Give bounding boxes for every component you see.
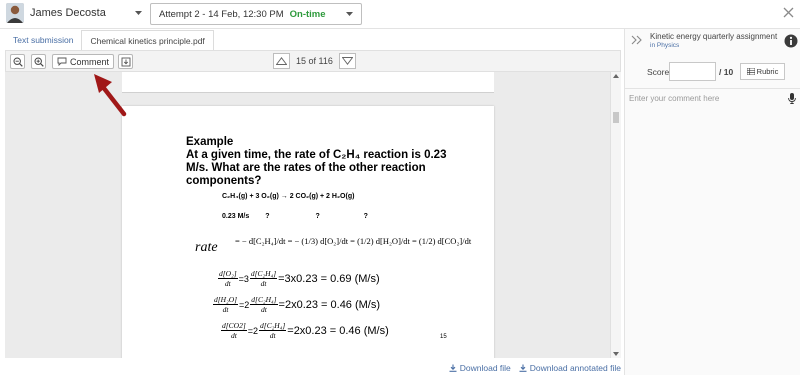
- download-icon: [519, 364, 527, 372]
- known-rate: 0.23 M/s: [222, 213, 250, 220]
- example-title: Example: [186, 136, 234, 148]
- comment-button[interactable]: Comment: [52, 54, 115, 69]
- info-icon[interactable]: [784, 34, 798, 48]
- fraction: d[CO2] dt: [221, 321, 247, 340]
- unknown-rate: ?: [315, 213, 320, 220]
- assignment-subject[interactable]: in Physics: [650, 42, 679, 49]
- result-value: =2x0.23 = 0.46 (M/s): [287, 324, 389, 337]
- attempt-select[interactable]: Attempt 2 - 14 Feb, 12:30 PM On-time: [150, 3, 362, 25]
- download-file-label: Download file: [459, 362, 511, 373]
- unknown-rate: ?: [265, 213, 270, 220]
- fraction: d[C₂H₄] dt: [250, 295, 278, 314]
- top-bar: James Decosta Attempt 2 - 14 Feb, 12:30 …: [0, 0, 800, 29]
- page-number: 15: [440, 334, 447, 340]
- download-annotation-button[interactable]: [118, 54, 133, 69]
- previous-page: [122, 72, 494, 93]
- download-links: Download file Download annotated file: [0, 360, 621, 375]
- page-indicator: 15 of 116: [296, 56, 333, 66]
- fraction: d[H₂O] dt: [213, 295, 239, 314]
- known-rates-row: 0.23 M/s ? ? ?: [222, 213, 368, 220]
- student-name: James Decosta: [30, 7, 106, 19]
- scroll-down-icon[interactable]: [613, 352, 619, 356]
- chevron-down-icon: [346, 12, 353, 16]
- tab-pdf-file[interactable]: Chemical kinetics principle.pdf: [81, 30, 214, 50]
- status-badge: On-time: [289, 8, 326, 20]
- result-o2: d[O₂] dt =3 d[C₂H₄] dt =3x0.23 = 0.69 (M/s…: [218, 269, 380, 288]
- student-selector[interactable]: James Decosta: [6, 3, 106, 23]
- panel-header: Kinetic energy quarterly assignment in P…: [625, 29, 800, 59]
- score-label: Score: [647, 67, 670, 77]
- question-line: At a given time, the rate of C₂H₄ reacti…: [186, 149, 447, 161]
- next-page-button[interactable]: [338, 53, 356, 69]
- zoom-in-icon: [33, 56, 44, 67]
- reaction-equation: C₂H₄(g) + 3 O₂(g) → 2 CO₂(g) + 2 H₂O(g): [222, 193, 355, 200]
- example-question: At a given time, the rate of C₂H₄ reacti…: [186, 149, 476, 188]
- fraction: d[C₂H₄] dt: [249, 269, 278, 288]
- rubric-icon: [746, 68, 755, 75]
- question-line: components?: [186, 175, 262, 187]
- save-icon: [121, 57, 130, 66]
- rate-expression: = − d[C₂H₄]/dt = − (1/3) d[O₂]/dt = (1/2…: [235, 236, 472, 246]
- result-value: =3x0.23 = 0.69 (M/s): [278, 272, 380, 285]
- rubric-label: Rubric: [756, 67, 779, 76]
- download-annotated-link[interactable]: Download annotated file: [519, 363, 621, 373]
- avatar: [6, 3, 24, 23]
- unknown-rate: ?: [363, 213, 368, 220]
- download-icon: [449, 364, 457, 372]
- zoom-out-button[interactable]: [10, 54, 25, 69]
- close-icon[interactable]: [783, 7, 794, 18]
- question-line: M/s. What are the rates of the other rea…: [186, 162, 426, 174]
- scrollbar[interactable]: [610, 72, 621, 358]
- rubric-button[interactable]: Rubric: [740, 63, 785, 80]
- pdf-page[interactable]: Example At a given time, the rate of C₂H…: [122, 106, 494, 358]
- zoom-out-icon: [12, 56, 23, 67]
- microphone-icon[interactable]: [788, 93, 796, 104]
- scroll-up-icon[interactable]: [613, 74, 619, 78]
- download-file-link[interactable]: Download file: [449, 363, 511, 373]
- result-value: =2x0.23 = 0.46 (M/s): [278, 298, 381, 311]
- triangle-down-icon: [341, 57, 353, 65]
- chevron-down-icon[interactable]: [135, 11, 142, 16]
- score-max: / 10: [719, 67, 734, 77]
- page-navigation: 15 of 116: [273, 53, 356, 69]
- previous-page-button[interactable]: [273, 53, 290, 69]
- grading-panel: Kinetic energy quarterly assignment in P…: [624, 29, 800, 375]
- fraction: d[O₂] dt: [218, 269, 238, 288]
- zoom-in-button[interactable]: [31, 54, 46, 69]
- annotation-arrow-icon: [94, 74, 127, 117]
- assignment-title: Kinetic energy quarterly assignment: [650, 32, 778, 41]
- rate-label: rate: [195, 240, 218, 255]
- divider: [625, 88, 800, 89]
- attempt-label: Attempt 2 - 14 Feb, 12:30 PM: [159, 8, 284, 20]
- result-co2: d[CO2] dt =2 d[C₂H₄] dt =2x0.23 = 0.46 (M/…: [221, 321, 389, 340]
- double-chevron-right-icon[interactable]: [631, 35, 643, 45]
- score-input[interactable]: [669, 62, 716, 81]
- tab-bar: Text submission Chemical kinetics princi…: [5, 30, 214, 50]
- comment-button-label: Comment: [70, 56, 110, 67]
- triangle-up-icon: [276, 57, 287, 65]
- result-h2o: d[H₂O] dt =2 d[C₂H₄] dt =2x0.23 = 0.46 (M/…: [213, 295, 381, 314]
- download-annotated-label: Download annotated file: [529, 362, 621, 373]
- fraction: d[C₂H₄] dt: [259, 321, 287, 340]
- viewer-toolbar: Comment 15 of 116: [5, 50, 621, 72]
- comment-input[interactable]: [629, 90, 781, 106]
- tab-text-submission[interactable]: Text submission: [5, 30, 81, 50]
- scrollbar-thumb[interactable]: [613, 112, 619, 123]
- comment-icon: [57, 57, 67, 66]
